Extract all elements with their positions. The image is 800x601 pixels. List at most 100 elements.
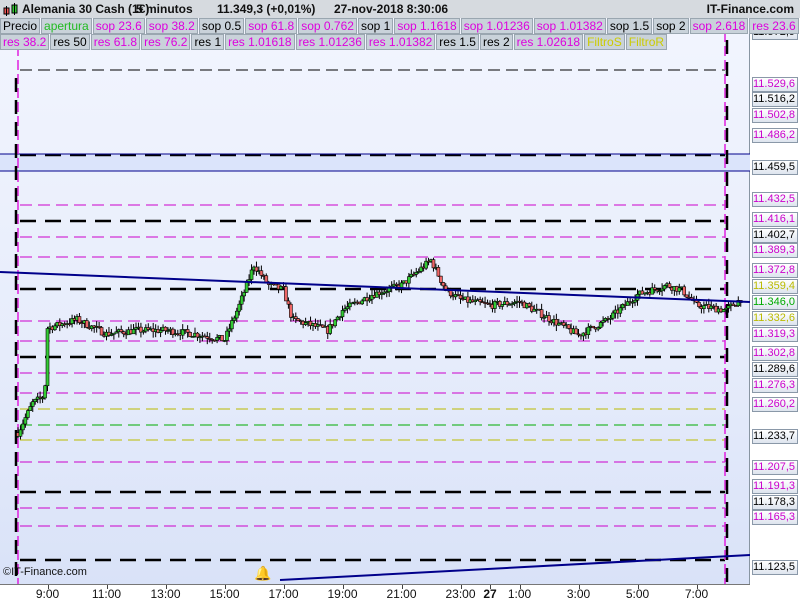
legend-toggle-res-1-5[interactable]: res 1.5 <box>436 34 479 50</box>
legend-toggle-filtror[interactable]: FiltroR <box>625 34 668 50</box>
candle-body <box>431 259 436 269</box>
candle-body <box>566 324 571 329</box>
price-band <box>0 154 750 171</box>
last-price: 11.349,3 (+0,01%) <box>217 2 316 16</box>
candle-body <box>547 315 551 322</box>
legend-toggle-res-76-2[interactable]: res 76.2 <box>141 34 191 50</box>
y-axis: 11.572,911.529,611.516,211.502,811.486,2… <box>750 18 800 600</box>
candle-body <box>259 270 264 276</box>
candle-body <box>286 300 291 305</box>
candle-body <box>185 329 190 333</box>
candle-body <box>702 305 706 309</box>
legend-toggle-sop-0-762[interactable]: sop 0.762 <box>298 18 357 34</box>
legend-toggle-sop-2[interactable]: sop 2 <box>653 18 689 34</box>
legend-toggle-sop-2-618[interactable]: sop 2.618 <box>689 18 749 34</box>
y-axis-label: 11.332,6 <box>752 310 798 326</box>
y-axis-label: 11.302,8 <box>752 346 798 362</box>
y-axis-label: 11.191,3 <box>752 479 798 495</box>
legend-row-2: res 38.2 res 50 res 61.8 res 76.2 res 1 res 1… <box>0 34 668 50</box>
candle-body <box>611 312 615 319</box>
candle-body <box>360 300 364 305</box>
y-axis-label: 11.416,1 <box>752 211 798 227</box>
legend-toggle-filtros[interactable]: FiltroS <box>584 34 625 50</box>
y-axis-label: 11.233,7 <box>752 428 798 444</box>
x-axis-label: 17:00 <box>268 587 299 601</box>
legend-toggle-sop-1-01236[interactable]: sop 1.01236 <box>460 18 533 34</box>
candle-body <box>33 398 38 402</box>
candle-body <box>527 303 532 307</box>
x-axis: 9:00 11:00 13:00 15:00 17:00 19:00 21:00 23:00 2… <box>0 584 750 601</box>
y-axis-label: 11.207,5 <box>752 459 798 475</box>
legend-toggle-res-38-2[interactable]: res 38.2 <box>0 34 50 50</box>
price-chart[interactable]: 🔔 <box>0 18 750 584</box>
candle-body <box>158 330 163 333</box>
candle-body <box>26 410 30 418</box>
legend-toggle-res-50[interactable]: res 50 <box>50 34 90 50</box>
candle-body <box>662 285 667 290</box>
legend-toggle-sop-1-1618[interactable]: sop 1.1618 <box>394 18 460 34</box>
candle-body <box>340 310 345 318</box>
plot-area: 🔔 <box>0 18 750 584</box>
legend-toggle-res-23-6[interactable]: res 23.6 <box>749 18 799 34</box>
legend-toggle-sop-23-6[interactable]: sop 23.6 <box>92 18 145 34</box>
candle-body <box>598 322 603 328</box>
x-axis-label: 13:00 <box>150 587 181 601</box>
candle-body <box>121 331 126 335</box>
legend-toggle-res-61-8[interactable]: res 61.8 <box>90 34 141 50</box>
x-axis-label: 21:00 <box>386 587 417 601</box>
y-axis-label: 11.486,2 <box>752 128 798 144</box>
x-axis-label: 3:00 <box>566 587 591 601</box>
candle-body <box>586 326 591 335</box>
legend-toggle-apertura[interactable]: apertura <box>41 18 92 34</box>
legend-toggle-res-1[interactable]: res 1 <box>191 34 225 50</box>
y-axis-label: 11.372,8 <box>752 263 798 279</box>
candle-body <box>539 309 544 318</box>
legend-toggle-res-2[interactable]: res 2 <box>479 34 513 50</box>
copyright: ©IT-Finance.com <box>3 566 87 578</box>
x-axis-label: 7:00 <box>684 587 709 601</box>
candle-body <box>345 306 350 310</box>
candle-body <box>264 275 269 283</box>
y-axis-label: 11.459,5 <box>752 159 798 175</box>
y-axis-label: 11.165,3 <box>752 510 798 526</box>
legend-toggle-res-1-01382[interactable]: res 1.01382 <box>365 34 436 50</box>
legend-toggle-precio[interactable]: Precio <box>0 18 41 34</box>
legend-toggle-sop-0-5[interactable]: sop 0.5 <box>198 18 245 34</box>
y-axis-label: 11.402,7 <box>752 227 798 243</box>
legend-toggle-res-1-01618[interactable]: res 1.01618 <box>225 34 295 50</box>
timeframe[interactable]: 5 minutos <box>136 0 193 18</box>
candle-body <box>220 335 224 342</box>
candle-body <box>618 307 623 314</box>
legend-toggle-sop-38-2[interactable]: sop 38.2 <box>145 18 198 34</box>
legend-toggle-res-1-02618[interactable]: res 1.02618 <box>513 34 584 50</box>
candle-body <box>249 269 254 280</box>
candle-body <box>77 316 82 323</box>
x-axis-label: 23:00 <box>445 587 476 601</box>
legend-row-1: Precio apertura sop 23.6 sop 38.2 sop 0.5 sop… <box>0 18 800 34</box>
candle-body <box>726 305 731 309</box>
candle-body <box>458 294 463 299</box>
candle-body <box>225 330 229 341</box>
legend-toggle-sop-1-01382[interactable]: sop 1.01382 <box>533 18 606 34</box>
legend-toggle-res-1-01236[interactable]: res 1.01236 <box>295 34 365 50</box>
candle-body <box>23 417 28 425</box>
candle-body <box>478 299 482 303</box>
candle-body <box>43 385 47 399</box>
candle-body <box>284 286 288 302</box>
candle-body <box>333 319 337 327</box>
legend-toggle-sop-61-8[interactable]: sop 61.8 <box>245 18 298 34</box>
candle-body <box>697 301 701 307</box>
legend-toggle-sop-1[interactable]: sop 1 <box>357 18 394 34</box>
legend-toggle-sop-1-5[interactable]: sop 1.5 <box>606 18 653 34</box>
candle-body <box>21 423 25 431</box>
candle-body <box>18 429 23 437</box>
alert-bell-icon: 🔔 <box>254 565 271 582</box>
candle-body <box>244 281 249 293</box>
candlestick-logo-icon <box>3 3 18 16</box>
x-axis-label: 5:00 <box>625 587 650 601</box>
instrument-name: Alemania 30 Cash (1€) <box>22 2 150 16</box>
candle-body <box>677 287 682 292</box>
candle-body <box>232 317 237 321</box>
candle-body <box>99 327 104 336</box>
y-axis-label: 11.502,8 <box>752 108 798 124</box>
